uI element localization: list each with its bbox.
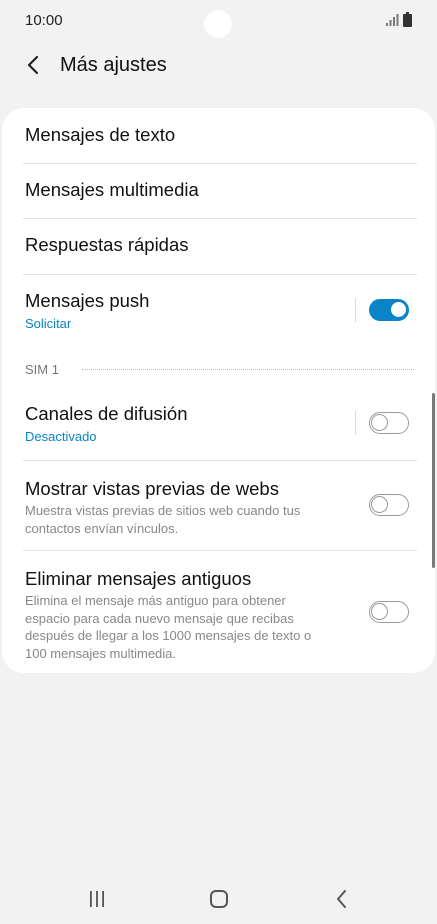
setting-push-messages[interactable]: Mensajes push Solicitar <box>25 289 345 333</box>
app-header: Más ajustes <box>0 44 437 88</box>
setting-title: Mensajes multimedia <box>25 179 199 200</box>
setting-description: Muestra vistas previas de sitios web cua… <box>25 503 301 518</box>
setting-description: espacio para cada nuevo mensaje que reci… <box>25 610 294 626</box>
signal-icon <box>386 14 399 26</box>
battery-icon <box>403 12 412 27</box>
setting-text-messages[interactable]: Mensajes de texto <box>25 123 417 147</box>
broadcast-channels-toggle[interactable] <box>369 412 409 434</box>
back-button[interactable] <box>18 50 48 80</box>
page-title: Más ajustes <box>60 54 167 76</box>
section-divider <box>82 369 414 370</box>
setting-description: 100 mensajes multimedia. <box>25 645 177 661</box>
back-icon <box>337 890 346 908</box>
setting-web-previews[interactable]: Mostrar vistas previas de webs Muestra v… <box>25 477 355 537</box>
toggle-knob <box>389 300 408 319</box>
home-button[interactable] <box>204 888 234 910</box>
setting-title: Canales de difusión <box>25 403 188 424</box>
recent-apps-button[interactable] <box>82 888 112 910</box>
setting-broadcast-channels[interactable]: Canales de difusión Desactivado <box>25 402 345 446</box>
home-icon <box>210 890 228 908</box>
setting-description: Elimina el mensaje más antiguo para obte… <box>25 593 286 608</box>
vertical-separator <box>355 298 356 322</box>
setting-description: contactos envían vínculos. <box>25 520 179 536</box>
scrollbar[interactable] <box>432 393 435 568</box>
recent-apps-icon <box>90 891 104 907</box>
delete-old-messages-toggle[interactable] <box>369 601 409 623</box>
divider <box>23 460 417 461</box>
divider <box>23 163 417 164</box>
settings-card: Mensajes de texto Mensajes multimedia Re… <box>2 108 435 673</box>
setting-subtitle: Solicitar <box>25 316 72 331</box>
setting-title: Mensajes push <box>25 290 150 311</box>
setting-subtitle: Desactivado <box>25 429 97 444</box>
web-previews-toggle[interactable] <box>369 494 409 516</box>
status-time: 10:00 <box>25 12 63 29</box>
setting-title: Mostrar vistas previas de webs <box>25 478 279 499</box>
status-bar: 10:00 <box>0 0 437 44</box>
setting-delete-old-messages[interactable]: Eliminar mensajes antiguos Elimina el me… <box>25 567 360 662</box>
setting-quick-responses[interactable]: Respuestas rápidas <box>25 233 417 257</box>
setting-title: Mensajes de texto <box>25 124 176 145</box>
push-messages-toggle[interactable] <box>369 299 409 321</box>
chevron-left-icon <box>27 55 39 75</box>
vertical-separator <box>355 411 356 435</box>
navigation-bar <box>0 872 437 924</box>
toggle-knob <box>371 414 388 431</box>
divider <box>23 274 417 275</box>
setting-multimedia-messages[interactable]: Mensajes multimedia <box>25 178 417 202</box>
toggle-knob <box>371 496 388 513</box>
section-header-sim1: SIM 1 <box>25 362 59 377</box>
setting-description: después de llegar a los 1000 mensajes de… <box>25 628 312 643</box>
nav-back-button[interactable] <box>327 888 357 910</box>
setting-title: Eliminar mensajes antiguos <box>25 568 252 589</box>
setting-title: Respuestas rápidas <box>25 234 189 255</box>
divider <box>23 550 417 551</box>
toggle-knob <box>371 603 388 620</box>
divider <box>23 218 417 219</box>
camera-cutout <box>204 10 232 38</box>
